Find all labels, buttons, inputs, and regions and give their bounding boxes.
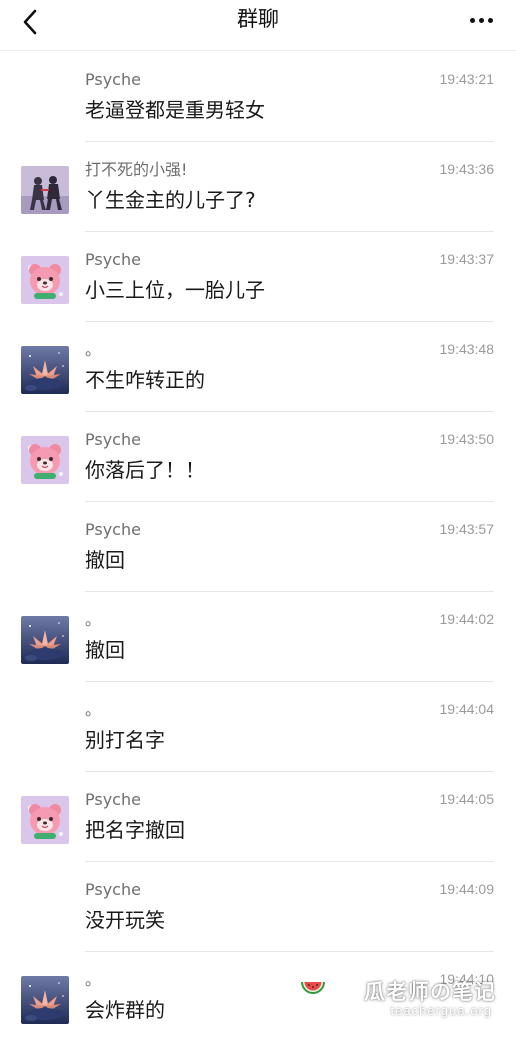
more-dots-icon [469,17,475,23]
pink-bear-avatar-icon [21,436,69,484]
watermark-title: 瓜老师の笔记 [364,980,496,1004]
sender-name: Psyche [85,880,141,899]
sender-name: Psyche [85,70,141,89]
message-time: 19:44:04 [439,701,495,717]
message-text: 把名字撤回 [85,818,185,842]
sender-name: 。 [85,610,102,629]
avatar[interactable] [21,616,69,664]
message-time: 19:44:05 [439,791,495,807]
sender-name: 。 [85,340,102,359]
avatar[interactable] [21,346,69,394]
sender-name: Psyche [85,790,141,809]
message-item[interactable]: 。 19:44:02 撤回 [0,592,516,682]
message-item[interactable]: Psyche 19:44:05 把名字撤回 [0,772,516,862]
watermark-url: teachergua.org [390,1003,492,1018]
message-time: 19:43:37 [439,251,495,267]
message-item[interactable]: Psyche 19:44:09 没开玩笑 [0,862,516,952]
message-item[interactable]: 打不死的小强! 19:43:36 丫生金主的儿子了? [0,142,516,232]
message-text: 老逼登都是重男轻女 [85,98,265,122]
message-text: 别打名字 [85,728,165,752]
more-dots-icon [478,17,484,23]
avatar[interactable] [21,256,69,304]
message-text: 你落后了！！ [85,458,205,482]
message-text: 撤回 [85,548,125,572]
avatar[interactable] [21,796,69,844]
sender-name: Psyche [85,250,141,269]
message-item[interactable]: Psyche 19:43:50 你落后了！！ [0,412,516,502]
message-text: 丫生金主的儿子了? [85,188,256,212]
sender-name: 。 [85,700,102,719]
watermelon-logo-icon [301,982,325,994]
message-time: 19:43:50 [439,431,495,447]
message-time: 19:43:21 [439,71,495,87]
sender-name: Psyche [85,430,141,449]
page-title: 群聊 [237,7,279,31]
lotus-night-avatar-icon [21,976,69,1024]
more-button[interactable] [464,8,498,32]
message-text: 不生咋转正的 [85,368,205,392]
message-item[interactable]: Psyche 19:43:21 老逼登都是重男轻女 [0,52,516,142]
pink-bear-avatar-icon [21,256,69,304]
more-dots-icon [487,17,493,23]
message-time: 19:43:36 [439,161,495,177]
message-time: 19:44:02 [439,611,495,627]
lotus-night-avatar-icon [21,616,69,664]
message-text: 小三上位，一胎儿子 [85,278,265,302]
avatar[interactable] [21,436,69,484]
message-item[interactable]: 。 19:44:04 别打名字 [0,682,516,772]
message-item[interactable]: 。 19:43:48 不生咋转正的 [0,322,516,412]
sender-name: Psyche [85,520,141,539]
message-time: 19:43:48 [439,341,495,357]
watermark: 瓜老师の笔记 teachergua.org [296,976,496,1020]
message-text: 撤回 [85,638,125,662]
avatar[interactable] [21,976,69,1024]
message-text: 会炸群的 [85,998,165,1022]
sender-name: 打不死的小强! [85,160,188,179]
message-list[interactable]: Psyche 19:43:21 老逼登都是重男轻女 打不死的小强! 19:43:… [0,52,516,1042]
nav-bar: 群聊 [0,0,516,51]
message-item[interactable]: Psyche 19:43:57 撤回 [0,502,516,592]
avatar[interactable] [21,166,69,214]
message-time: 19:43:57 [439,521,495,537]
anime-silhouette-avatar-icon [21,166,69,214]
message-time: 19:44:09 [439,881,495,897]
message-text: 没开玩笑 [85,908,165,932]
sender-name: 。 [85,970,102,989]
message-item[interactable]: Psyche 19:43:37 小三上位，一胎儿子 [0,232,516,322]
pink-bear-avatar-icon [21,796,69,844]
lotus-night-avatar-icon [21,346,69,394]
